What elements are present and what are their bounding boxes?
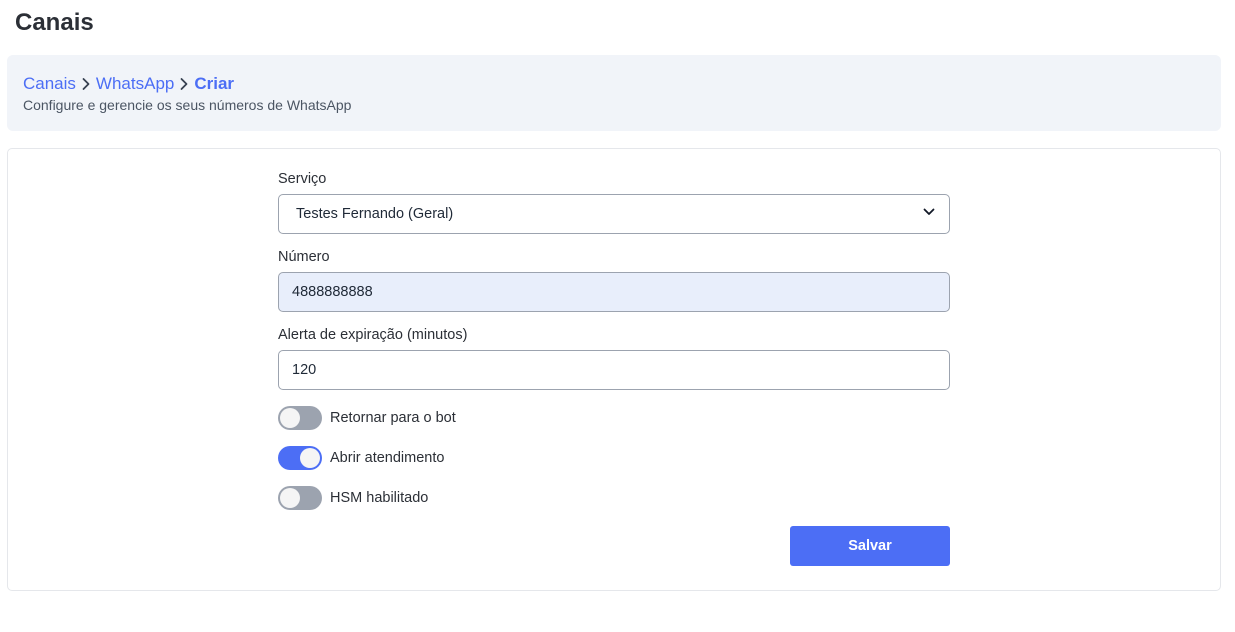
breadcrumb: Canais WhatsApp Criar	[23, 74, 234, 94]
expiration-alert-input[interactable]: 120	[278, 350, 950, 390]
toggle-knob	[300, 448, 320, 468]
hsm-enabled-label: HSM habilitado	[330, 490, 429, 506]
toggle-row-return-bot: Retornar para o bot	[278, 406, 456, 430]
toggle-knob	[280, 488, 300, 508]
service-label: Serviço	[278, 171, 327, 187]
breadcrumb-whatsapp[interactable]: WhatsApp	[96, 74, 174, 94]
open-service-label: Abrir atendimento	[330, 450, 445, 466]
chevron-right-icon	[175, 75, 193, 93]
toggle-row-hsm: HSM habilitado	[278, 486, 428, 510]
return-to-bot-toggle[interactable]	[278, 406, 322, 430]
service-select-value: Testes Fernando (Geral)	[296, 206, 454, 222]
toggle-row-open-service: Abrir atendimento	[278, 446, 444, 470]
service-select[interactable]: Testes Fernando (Geral)	[278, 194, 950, 234]
number-input-value: 4888888888	[292, 284, 373, 300]
expiration-alert-label: Alerta de expiração (minutos)	[278, 327, 468, 343]
chevron-down-icon	[922, 205, 936, 223]
breadcrumb-criar: Criar	[194, 74, 235, 93]
header-card: Canais WhatsApp Criar Configure e gerenc…	[7, 55, 1221, 131]
open-service-toggle[interactable]	[278, 446, 322, 470]
form-card: Serviço Testes Fernando (Geral) Número 4…	[7, 148, 1221, 591]
toggle-knob	[280, 408, 300, 428]
save-button[interactable]: Salvar	[790, 526, 950, 566]
return-to-bot-label: Retornar para o bot	[330, 410, 456, 426]
hsm-enabled-toggle[interactable]	[278, 486, 322, 510]
expiration-alert-value: 120	[292, 362, 317, 378]
number-label: Número	[278, 249, 330, 265]
chevron-right-icon	[77, 75, 95, 93]
number-input[interactable]: 4888888888	[278, 272, 950, 312]
page-title: Canais	[15, 9, 94, 36]
breadcrumb-canais[interactable]: Canais	[23, 74, 76, 94]
page-subtitle: Configure e gerencie os seus números de …	[23, 97, 352, 113]
